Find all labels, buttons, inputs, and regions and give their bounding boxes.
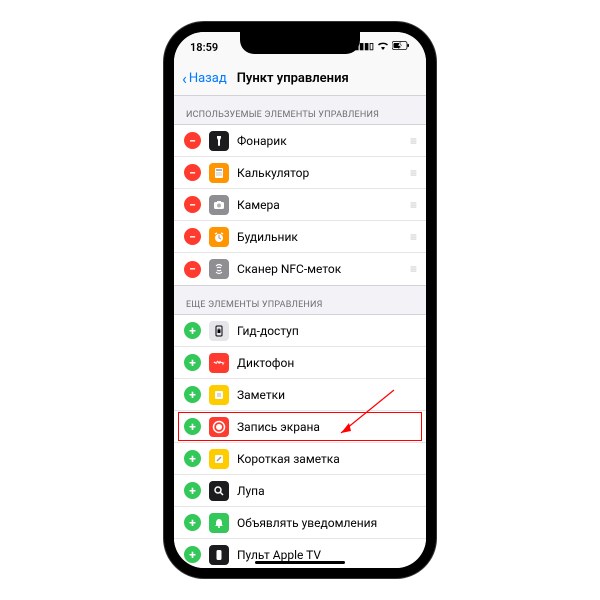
control-row: − Сканер NFC-меток≡ bbox=[174, 253, 426, 285]
control-row: + Короткая заметка bbox=[174, 443, 426, 475]
add-button[interactable]: + bbox=[184, 546, 201, 563]
app-icon bbox=[209, 321, 229, 341]
control-label: Диктофон bbox=[237, 356, 416, 370]
reorder-grip-icon[interactable]: ≡ bbox=[410, 230, 416, 244]
add-button[interactable]: + bbox=[184, 354, 201, 371]
nav-bar: ‹ Назад Пункт управления bbox=[174, 62, 426, 96]
wifi-icon bbox=[377, 41, 389, 53]
control-label: Лупа bbox=[237, 484, 416, 498]
app-icon bbox=[209, 385, 229, 405]
control-row: + Заметки bbox=[174, 379, 426, 411]
remove-button[interactable]: − bbox=[184, 164, 201, 181]
control-row: − Камера≡ bbox=[174, 189, 426, 221]
control-label: Гид-доступ bbox=[237, 324, 416, 338]
control-label: Пульт Apple TV bbox=[237, 548, 416, 562]
reorder-grip-icon[interactable]: ≡ bbox=[410, 198, 416, 212]
add-button[interactable]: + bbox=[184, 322, 201, 339]
app-icon bbox=[209, 481, 229, 501]
control-label: Сканер NFC-меток bbox=[237, 262, 410, 276]
app-icon bbox=[209, 259, 229, 279]
remove-button[interactable]: − bbox=[184, 261, 201, 278]
section-header-more: ЕЩЕ ЭЛЕМЕНТЫ УПРАВЛЕНИЯ bbox=[174, 286, 426, 314]
control-row: + Гид-доступ bbox=[174, 315, 426, 347]
control-row: − Будильник≡ bbox=[174, 221, 426, 253]
remove-button[interactable]: − bbox=[184, 228, 201, 245]
app-icon bbox=[209, 513, 229, 533]
home-indicator[interactable] bbox=[255, 561, 345, 564]
section-header-included: ИСПОЛЬЗУЕМЫЕ ЭЛЕМЕНТЫ УПРАВЛЕНИЯ bbox=[174, 96, 426, 124]
reorder-grip-icon[interactable]: ≡ bbox=[410, 166, 416, 180]
remove-button[interactable]: − bbox=[184, 196, 201, 213]
app-icon bbox=[209, 163, 229, 183]
included-list: −Фонарик≡−Калькулятор≡−Камера≡−Будильник… bbox=[174, 124, 426, 286]
app-icon bbox=[209, 131, 229, 151]
status-time: 18:59 bbox=[190, 41, 218, 54]
control-label: Будильник bbox=[237, 230, 410, 244]
control-label: Объявлять уведомления bbox=[237, 516, 416, 530]
control-label: Калькулятор bbox=[237, 166, 410, 180]
app-icon bbox=[209, 449, 229, 469]
control-label: Запись экрана bbox=[237, 420, 416, 434]
notch bbox=[240, 32, 360, 54]
reorder-grip-icon[interactable]: ≡ bbox=[410, 262, 416, 276]
reorder-grip-icon[interactable]: ≡ bbox=[410, 134, 416, 148]
add-button[interactable]: + bbox=[184, 450, 201, 467]
chevron-left-icon: ‹ bbox=[182, 69, 187, 88]
control-label: Фонарик bbox=[237, 134, 410, 148]
add-button[interactable]: + bbox=[184, 418, 201, 435]
app-icon bbox=[209, 417, 229, 437]
add-button[interactable]: + bbox=[184, 386, 201, 403]
control-row: + Диктофон bbox=[174, 347, 426, 379]
control-row: + Запись экрана bbox=[174, 411, 426, 443]
back-label: Назад bbox=[189, 71, 227, 86]
screen: 18:59 ▮▮▮▯ ‹ Назад Пункт управления ИСПО… bbox=[174, 32, 426, 568]
app-icon bbox=[209, 227, 229, 247]
back-button[interactable]: ‹ Назад bbox=[182, 69, 227, 88]
page-title: Пункт управления bbox=[237, 71, 349, 86]
control-label: Короткая заметка bbox=[237, 452, 416, 466]
app-icon bbox=[209, 195, 229, 215]
control-row: + Лупа bbox=[174, 475, 426, 507]
control-label: Заметки bbox=[237, 388, 416, 402]
content-scroll[interactable]: ИСПОЛЬЗУЕМЫЕ ЭЛЕМЕНТЫ УПРАВЛЕНИЯ − Фонари… bbox=[174, 96, 426, 568]
remove-button[interactable]: − bbox=[184, 132, 201, 149]
status-indicators: ▮▮▮▯ bbox=[354, 41, 410, 53]
control-row: − Калькулятор≡ bbox=[174, 157, 426, 189]
more-list: + Гид-доступ + Диктофон + Заметки + Запись экра… bbox=[174, 314, 426, 568]
phone-frame: 18:59 ▮▮▮▯ ‹ Назад Пункт управления ИСПО… bbox=[164, 22, 436, 578]
control-row: − Фонарик≡ bbox=[174, 125, 426, 157]
add-button[interactable]: + bbox=[184, 514, 201, 531]
control-row: + Объявлять уведомления bbox=[174, 507, 426, 539]
app-icon bbox=[209, 353, 229, 373]
control-label: Камера bbox=[237, 198, 410, 212]
app-icon bbox=[209, 545, 229, 565]
battery-icon bbox=[392, 41, 410, 53]
add-button[interactable]: + bbox=[184, 482, 201, 499]
